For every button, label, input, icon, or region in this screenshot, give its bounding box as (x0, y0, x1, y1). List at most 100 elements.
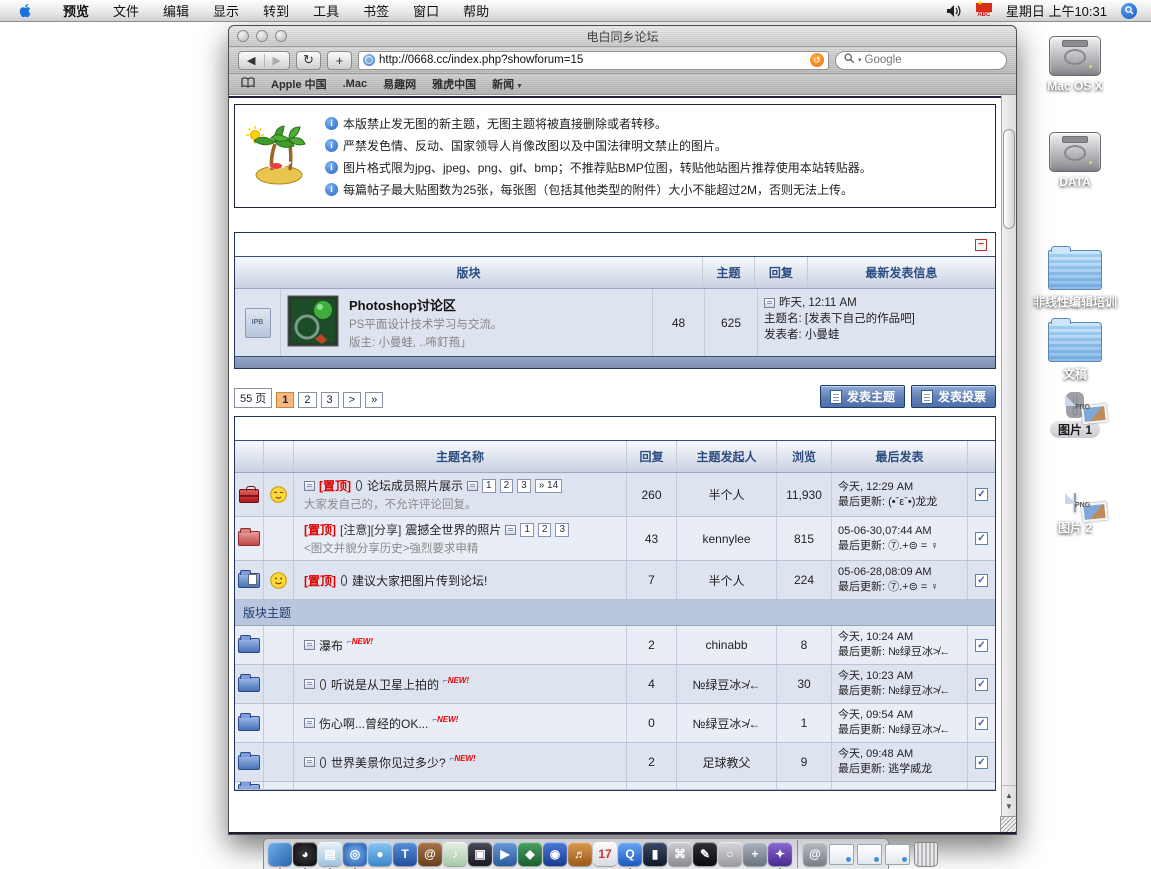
spotlight-icon[interactable] (1121, 3, 1137, 19)
minimized-mail-icon[interactable]: @ (803, 842, 827, 866)
goto-last-post-icon[interactable] (304, 757, 315, 767)
topic-checkbox[interactable] (975, 574, 988, 587)
trash-icon[interactable] (914, 842, 938, 867)
address-bar[interactable]: ↺ (358, 51, 829, 70)
topic-checkbox[interactable] (975, 717, 988, 730)
topic-link[interactable]: 听说是从卫星上拍的 (331, 676, 439, 693)
image-capture-icon[interactable]: + (743, 842, 767, 866)
topic-starter[interactable]: №绿豆冰≯← (677, 665, 777, 703)
collapse-section-button[interactable]: − (975, 239, 987, 251)
goto-last-post-icon[interactable] (304, 640, 315, 650)
minimized-window[interactable] (885, 844, 910, 865)
quicktime-icon[interactable]: Q (618, 842, 642, 866)
window-titlebar[interactable]: 电白同乡论坛 (229, 26, 1016, 47)
idvd-icon[interactable]: ◆ (518, 842, 542, 866)
goto-last-post-icon[interactable] (764, 298, 775, 308)
volume-icon[interactable] (946, 4, 962, 18)
ichat-icon[interactable]: ● (368, 842, 392, 866)
dashboard-icon[interactable]: ◕ (293, 842, 317, 866)
garageband-icon[interactable]: ♬ (568, 842, 592, 866)
imovie-icon[interactable]: ▶ (493, 842, 517, 866)
page-1-button[interactable]: 1 (276, 392, 294, 408)
goto-last-post-icon[interactable] (304, 679, 315, 689)
menu-edit[interactable]: 编辑 (151, 1, 201, 20)
desktop-icon-nonlinear-editing[interactable]: 非线性编辑培训 (1020, 250, 1130, 310)
menu-clock[interactable]: 星期日 上午10:31 (1006, 1, 1107, 20)
menu-go[interactable]: 转到 (251, 1, 301, 20)
topic-link[interactable]: 瀑布 (319, 637, 343, 654)
new-poll-button[interactable]: 发表投票 (911, 385, 996, 408)
search-input[interactable] (865, 54, 998, 66)
topic-starter[interactable]: kennylee (677, 517, 777, 560)
iphoto-icon[interactable]: ▣ (468, 842, 492, 866)
reload-button[interactable]: ↻ (296, 51, 321, 70)
forward-button[interactable]: ▶ (264, 54, 290, 67)
textedit-icon[interactable]: T (393, 842, 417, 866)
bookmark-yahoo-china[interactable]: 雅虎中国 (432, 76, 476, 92)
topic-page-button[interactable]: 1 (520, 523, 534, 537)
desktop-icon-documents[interactable]: 文稿 (1020, 322, 1130, 382)
desktop-icon-macosx[interactable]: Mac OS X (1020, 36, 1130, 93)
preview-icon[interactable]: ▤ (318, 842, 342, 866)
topic-checkbox[interactable] (975, 678, 988, 691)
topic-link[interactable]: 伤心啊...曾经的OK... (319, 715, 428, 732)
resize-grip[interactable] (1000, 816, 1016, 832)
topic-link[interactable]: 震撼全世界的照片 (405, 521, 501, 538)
desktop-icon-data[interactable]: DATA (1020, 132, 1130, 189)
topic-link[interactable]: 建议大家把图片传到论坛! (352, 572, 487, 589)
topic-starter[interactable]: 足球教父 (677, 743, 777, 781)
keynote-icon[interactable]: ▮ (643, 842, 667, 866)
topic-starter[interactable]: chinabb (677, 626, 777, 664)
topic-starter[interactable]: 半个人 (677, 473, 777, 516)
snapback-icon[interactable]: ↺ (810, 53, 824, 67)
ical-icon[interactable]: 17 (593, 842, 617, 866)
vertical-scrollbar[interactable]: ▲ ▼ (1001, 95, 1016, 832)
topic-checkbox[interactable] (975, 756, 988, 769)
search-options-caret[interactable]: ▾ (858, 56, 862, 64)
menu-file[interactable]: 文件 (101, 1, 151, 20)
show-bookmarks-icon[interactable] (241, 77, 255, 91)
topic-page-button[interactable]: 1 (482, 479, 496, 493)
topic-starter[interactable]: №绿豆冰≯← (677, 704, 777, 742)
scroll-down-arrow[interactable]: ▼ (1005, 802, 1013, 811)
input-method-icon[interactable]: ABC (976, 3, 992, 18)
new-topic-button[interactable]: 发表主题 (820, 385, 905, 408)
goto-last-post-icon[interactable] (304, 718, 315, 728)
topic-checkbox[interactable] (975, 532, 988, 545)
menu-app[interactable]: 预览 (51, 1, 101, 20)
add-bookmark-button[interactable]: + (327, 51, 352, 70)
topic-checkbox[interactable] (975, 639, 988, 652)
toast-icon[interactable]: ○ (718, 842, 742, 866)
bookmark-eachnet[interactable]: 易趣网 (383, 76, 416, 92)
bookmark-apple-china[interactable]: Apple 中国 (271, 76, 327, 92)
safari-icon[interactable]: ◎ (343, 842, 367, 866)
board-header-links[interactable]: 本版精华 · 标记此版块已读 · 订阅此版块 (783, 421, 987, 437)
itunes-icon[interactable]: ♪ (443, 842, 467, 866)
dvd-player-icon[interactable]: ◉ (543, 842, 567, 866)
topic-link[interactable]: 世界美景你见过多少? (331, 754, 446, 771)
menu-bookmarks[interactable]: 书签 (351, 1, 401, 20)
topic-starter[interactable]: 半个人 (677, 561, 777, 599)
back-button[interactable]: ◀ (239, 54, 264, 67)
minimized-window[interactable] (857, 844, 882, 865)
finder-icon[interactable] (268, 842, 292, 866)
menu-window[interactable]: 窗口 (401, 1, 451, 20)
url-input[interactable] (379, 54, 806, 66)
desktop-icon-image-2[interactable]: PNG 图片 2 (1020, 490, 1130, 536)
topic-link[interactable]: 论坛成员照片展示 (367, 477, 463, 494)
final-cut-icon[interactable]: ✎ (693, 842, 717, 866)
goto-last-post-icon[interactable] (304, 481, 315, 491)
desktop-icon-image-1[interactable]: PNG 图片 1 (1020, 392, 1130, 438)
menu-view[interactable]: 显示 (201, 1, 251, 20)
topic-page-button[interactable]: 3 (555, 523, 569, 537)
apple-menu-icon[interactable] (18, 3, 33, 18)
page-3-button[interactable]: 3 (321, 392, 339, 408)
topic-page-button[interactable]: 2 (538, 523, 552, 537)
forum-link[interactable]: Photoshop讨论区 (349, 295, 502, 314)
menu-help[interactable]: 帮助 (451, 1, 501, 20)
minimized-window[interactable] (829, 844, 854, 865)
topic-page-button[interactable]: 3 (517, 479, 531, 493)
system-preferences-icon[interactable]: ⌘ (668, 842, 692, 866)
address-book-icon[interactable]: @ (418, 842, 442, 866)
photoshop-icon[interactable]: ✦ (768, 842, 792, 866)
